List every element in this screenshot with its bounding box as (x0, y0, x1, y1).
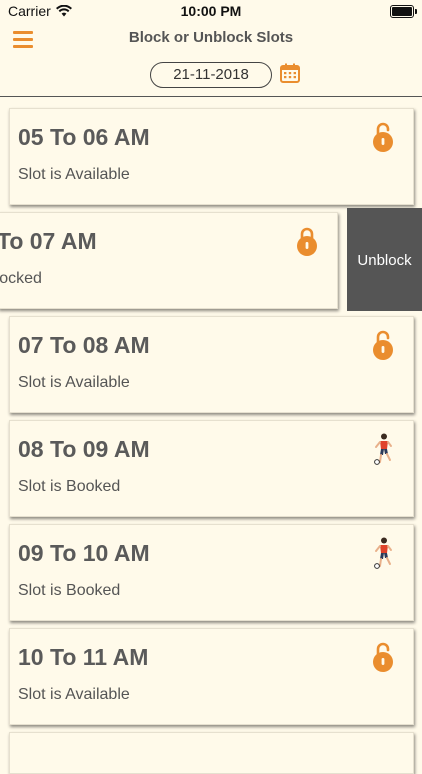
unlock-icon (373, 330, 393, 360)
slot-card[interactable]: 09 To 10 AM Slot is Booked (9, 524, 414, 621)
player-icon (374, 537, 392, 569)
unlock-icon (373, 642, 393, 672)
lock-icon (297, 227, 317, 256)
battery-icon (390, 5, 417, 18)
date-field[interactable]: 21-11-2018 (150, 62, 272, 88)
slot-status: Slot is Booked (18, 478, 121, 495)
slot-card[interactable]: 07 To 08 AM Slot is Available (9, 316, 414, 413)
status-bar: Carrier 10:00 PM (0, 0, 422, 22)
slot-status: Slot is Booked (18, 582, 121, 599)
slot-card[interactable]: 10 To 11 AM Slot is Available (9, 628, 414, 725)
slot-time: 07 To 08 AM (18, 332, 150, 358)
nav-header: Block or Unblock Slots 21-11-2018 (0, 22, 422, 97)
slot-time: 08 To 09 AM (18, 436, 150, 462)
slot-status: Slot is Available (18, 374, 130, 391)
slot-card[interactable]: 08 To 09 AM Slot is Booked (9, 420, 414, 517)
calendar-icon[interactable] (280, 63, 300, 83)
slot-card[interactable]: 06 To 07 AM Slot is Blocked (0, 212, 338, 309)
slot-time: 05 To 06 AM (18, 124, 150, 150)
unblock-button[interactable]: Unblock (347, 208, 422, 311)
slot-card[interactable]: 05 To 06 AM Slot is Available (9, 108, 414, 205)
slot-time: 09 To 10 AM (18, 540, 150, 566)
player-icon (374, 433, 392, 465)
slot-time: 10 To 11 AM (18, 644, 149, 670)
slot-status: Slot is Available (18, 166, 130, 183)
slot-card-partial[interactable] (9, 732, 414, 774)
clock: 10:00 PM (180, 3, 242, 19)
slot-status: Slot is Available (18, 686, 130, 703)
unlock-icon (373, 122, 393, 152)
slot-time: 06 To 07 AM (0, 228, 97, 254)
slot-status: Slot is Blocked (0, 270, 42, 287)
page-title: Block or Unblock Slots (128, 29, 294, 46)
